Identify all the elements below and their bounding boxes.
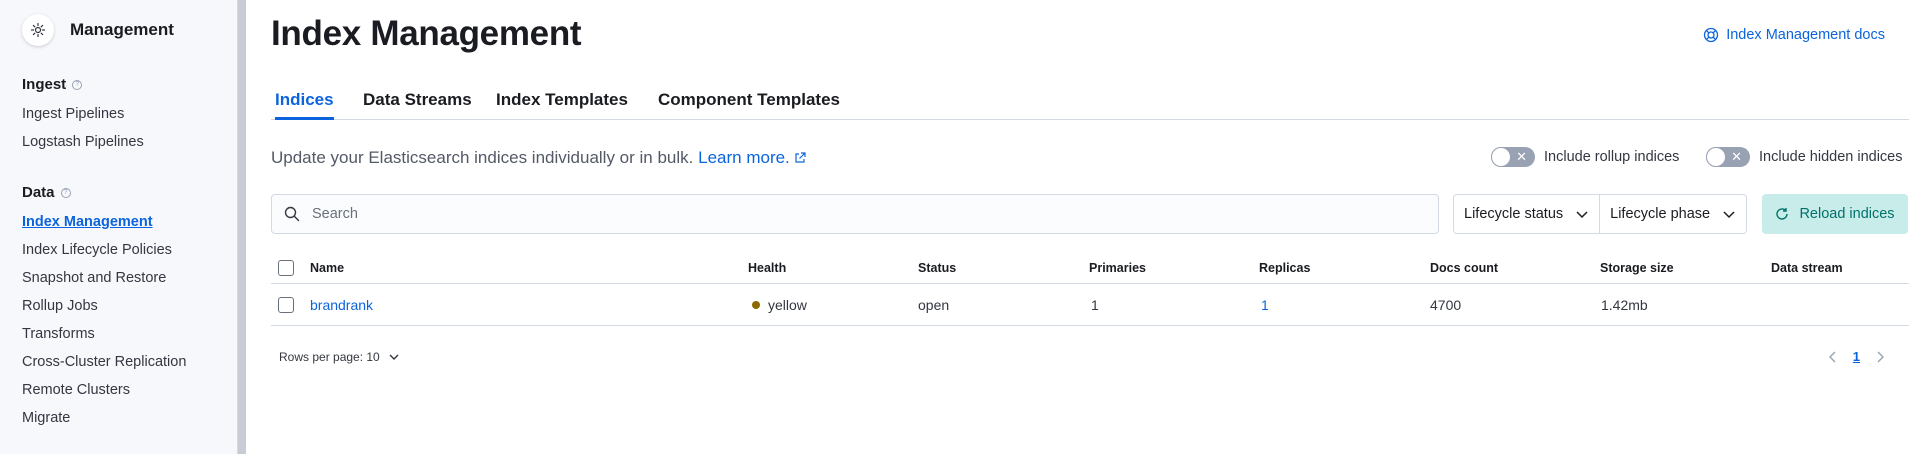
search-icon bbox=[284, 206, 300, 222]
row-checkbox[interactable] bbox=[278, 296, 294, 313]
help-icon: ? bbox=[72, 79, 83, 90]
primaries-cell: 1 bbox=[1091, 296, 1099, 313]
column-header-docs-count[interactable]: Docs count bbox=[1430, 252, 1498, 283]
rows-per-page-selector[interactable]: Rows per page: 10 bbox=[279, 350, 400, 364]
page-number-current[interactable]: 1 bbox=[1853, 349, 1860, 364]
learn-more-label: Learn more. bbox=[698, 148, 790, 167]
tab-index-templates[interactable]: Index Templates bbox=[496, 90, 628, 120]
main-content: Index Management Index Management docs I… bbox=[246, 0, 1912, 454]
sidebar-group-data: Data ? bbox=[22, 184, 71, 201]
chevron-left-icon[interactable] bbox=[1827, 350, 1839, 364]
learn-more-link[interactable]: Learn more. bbox=[698, 148, 806, 167]
chevron-down-icon bbox=[1723, 211, 1735, 219]
page-title: Index Management bbox=[271, 14, 582, 53]
tab-bar: Indices Data Streams Index Templates Com… bbox=[271, 86, 1909, 120]
replicas-cell: 1 bbox=[1261, 296, 1269, 313]
column-header-replicas[interactable]: Replicas bbox=[1259, 252, 1310, 283]
column-header-data-stream[interactable]: Data stream bbox=[1771, 252, 1843, 283]
status-cell: open bbox=[918, 296, 950, 313]
reload-label: Reload indices bbox=[1799, 206, 1895, 222]
lifecycle-status-filter[interactable]: Lifecycle status bbox=[1454, 195, 1599, 233]
help-lifebuoy-icon bbox=[1704, 27, 1719, 43]
help-icon: ? bbox=[60, 187, 71, 198]
sidebar-item-rollup-jobs[interactable]: Rollup Jobs bbox=[22, 298, 98, 314]
docs-link[interactable]: Index Management docs bbox=[1703, 27, 1885, 43]
close-icon: ✕ bbox=[1731, 149, 1742, 164]
docs-link-label: Index Management docs bbox=[1726, 27, 1885, 43]
select-all-checkbox-cell bbox=[278, 252, 294, 283]
column-header-primaries[interactable]: Primaries bbox=[1089, 252, 1146, 283]
sidebar-group-label: Data bbox=[22, 184, 55, 201]
hidden-toggle[interactable]: ✕ bbox=[1706, 147, 1750, 167]
column-header-status[interactable]: Status bbox=[918, 252, 956, 283]
row-checkbox-cell bbox=[278, 284, 294, 325]
health-cell: yellow bbox=[752, 284, 807, 325]
table-header: Name Health Status Primaries Replicas Do… bbox=[271, 252, 1909, 284]
sidebar-title: Management bbox=[70, 20, 174, 39]
column-header-storage-size[interactable]: Storage size bbox=[1600, 252, 1674, 283]
refresh-icon bbox=[1776, 208, 1789, 220]
tab-component-templates[interactable]: Component Templates bbox=[658, 90, 840, 120]
indices-table: Name Health Status Primaries Replicas Do… bbox=[271, 252, 1909, 326]
page-description: Update your Elasticsearch indices indivi… bbox=[271, 148, 806, 169]
sidebar-item-ingest-pipelines[interactable]: Ingest Pipelines bbox=[22, 106, 124, 122]
chevron-down-icon bbox=[389, 354, 399, 360]
hidden-toggle-control[interactable]: ✕ Include hidden indices bbox=[1706, 147, 1903, 167]
sidebar-item-cross-cluster-replication[interactable]: Cross-Cluster Replication bbox=[22, 354, 186, 370]
rollup-toggle-label: Include rollup indices bbox=[1544, 149, 1680, 165]
sidebar-item-index-management[interactable]: Index Management bbox=[22, 214, 153, 230]
toggle-knob bbox=[1706, 147, 1726, 167]
sidebar-item-transforms[interactable]: Transforms bbox=[22, 326, 95, 342]
tab-data-streams[interactable]: Data Streams bbox=[363, 90, 472, 120]
sidebar-group-label: Ingest bbox=[22, 76, 67, 93]
sidebar-group-ingest: Ingest ? bbox=[22, 76, 83, 93]
search-box[interactable] bbox=[271, 194, 1439, 234]
filter-label: Lifecycle phase bbox=[1610, 206, 1711, 222]
sidebar-item-index-lifecycle-policies[interactable]: Index Lifecycle Policies bbox=[22, 242, 172, 258]
storage-size-cell: 1.42mb bbox=[1601, 296, 1648, 313]
rollup-toggle[interactable]: ✕ bbox=[1491, 147, 1535, 167]
column-header-name[interactable]: Name bbox=[310, 252, 344, 283]
table-row: brandrank yellow open 1 1 4700 1.42mb bbox=[271, 284, 1909, 326]
external-link-icon bbox=[794, 149, 806, 169]
filter-label: Lifecycle status bbox=[1464, 206, 1564, 222]
rows-per-page-label: Rows per page: 10 bbox=[279, 350, 380, 364]
sidebar: Management Ingest ? Ingest Pipelines Log… bbox=[0, 0, 238, 454]
docs-count-cell: 4700 bbox=[1430, 296, 1462, 313]
rollup-toggle-control[interactable]: ✕ Include rollup indices bbox=[1491, 147, 1679, 167]
tab-indices[interactable]: Indices bbox=[275, 90, 334, 120]
lifecycle-filters: Lifecycle status Lifecycle phase bbox=[1453, 194, 1748, 234]
description-text: Update your Elasticsearch indices indivi… bbox=[271, 148, 694, 167]
health-value: yellow bbox=[768, 296, 807, 313]
select-all-checkbox[interactable] bbox=[278, 259, 294, 276]
gear-icon bbox=[22, 14, 54, 46]
close-icon: ✕ bbox=[1516, 149, 1527, 164]
search-input[interactable] bbox=[312, 206, 1312, 222]
health-dot-icon bbox=[752, 300, 760, 309]
sidebar-item-logstash-pipelines[interactable]: Logstash Pipelines bbox=[22, 134, 144, 150]
pagination: 1 bbox=[1827, 349, 1886, 364]
toggle-knob bbox=[1491, 147, 1511, 167]
sidebar-item-snapshot-and-restore[interactable]: Snapshot and Restore bbox=[22, 270, 166, 286]
sidebar-scrollbar[interactable] bbox=[238, 0, 246, 454]
column-header-health[interactable]: Health bbox=[748, 252, 786, 283]
lifecycle-phase-filter[interactable]: Lifecycle phase bbox=[1599, 195, 1746, 233]
hidden-toggle-label: Include hidden indices bbox=[1759, 149, 1903, 165]
chevron-down-icon bbox=[1576, 211, 1588, 219]
sidebar-item-remote-clusters[interactable]: Remote Clusters bbox=[22, 382, 130, 398]
chevron-right-icon[interactable] bbox=[1874, 350, 1886, 364]
sidebar-item-migrate[interactable]: Migrate bbox=[22, 410, 70, 426]
index-name-link[interactable]: brandrank bbox=[310, 284, 373, 325]
sidebar-header: Management bbox=[22, 14, 174, 46]
reload-indices-button[interactable]: Reload indices bbox=[1762, 194, 1908, 234]
